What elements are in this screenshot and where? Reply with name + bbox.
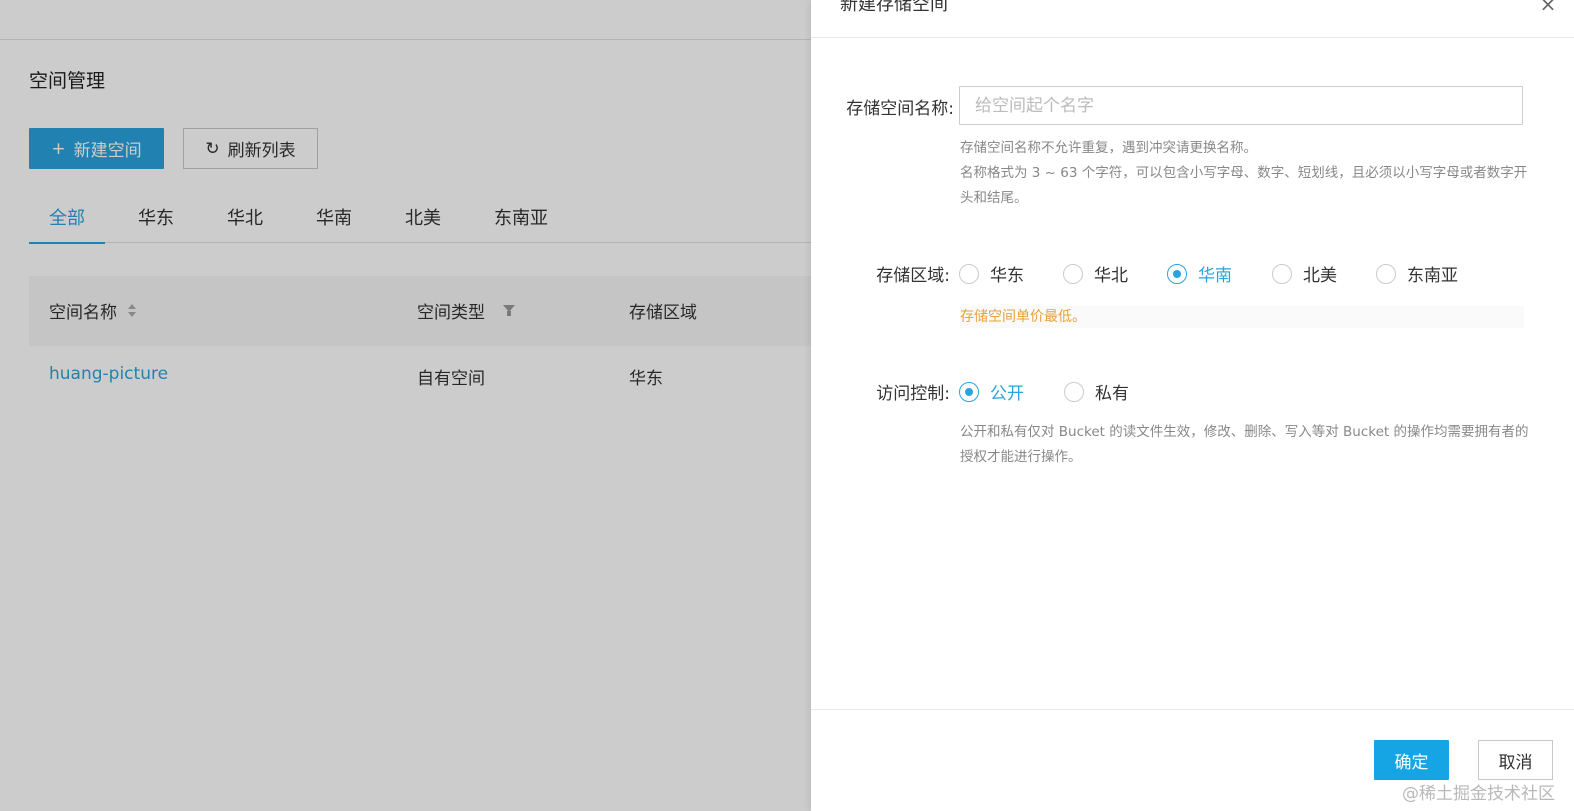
access-control-label: 访问控制: [876,384,950,404]
close-icon[interactable]: × [1538,0,1558,14]
radio-circle-checked[interactable] [1167,263,1187,284]
access-radio-group: 公开 私有 [959,379,1168,404]
bucket-name-hint-line-2: 名称格式为 3 ~ 63 个字符，可以包含小写字母、数字、短划线，且必须以小写字… [960,165,1528,206]
watermark: @稀土掘金技术社区 [1402,784,1555,804]
drawer-header: 新建存储空间 × [811,0,1574,38]
radio-region-east-china[interactable]: 华东 [959,261,1063,286]
radio-label: 私有 [1095,384,1129,404]
radio-label: 公开 [990,384,1024,404]
radio-label: 华南 [1198,266,1232,286]
access-control-hint: 公开和私有仅对 Bucket 的读文件生效，修改、删除、写入等对 Bucket … [960,424,1529,465]
bucket-name-hint: 存储空间名称不允许重复，遇到冲突请更换名称。 名称格式为 3 ~ 63 个字符，… [960,136,1530,211]
region-label: 存储区域: [876,266,950,286]
radio-region-south-china[interactable]: 华南 [1167,261,1272,286]
radio-circle[interactable] [959,263,979,284]
radio-access-public[interactable]: 公开 [959,379,1064,404]
bucket-name-label: 存储空间名称: [846,99,954,119]
radio-label: 华北 [1094,266,1128,286]
bucket-name-input[interactable] [959,86,1523,125]
region-price-note: 存储空间单价最低。 [960,306,1524,328]
bucket-name-hint-line-1: 存储空间名称不允许重复，遇到冲突请更换名称。 [960,140,1257,156]
radio-label: 华东 [990,266,1024,286]
radio-circle[interactable] [1272,263,1292,284]
modal-overlay[interactable] [0,0,811,811]
radio-region-north-china[interactable]: 华北 [1063,261,1167,286]
radio-label: 北美 [1303,266,1337,286]
radio-circle[interactable] [1376,263,1396,284]
radio-access-private[interactable]: 私有 [1064,379,1168,404]
create-bucket-drawer: 新建存储空间 × 存储空间名称: 存储空间名称不允许重复，遇到冲突请更换名称。 … [811,0,1574,811]
radio-circle[interactable] [1064,381,1084,402]
confirm-button[interactable]: 确定 [1374,740,1449,780]
radio-region-southeast-asia[interactable]: 东南亚 [1376,261,1486,286]
region-radio-group: 华东 华北 华南 北美 东南亚 [959,261,1486,286]
drawer-title: 新建存储空间 [840,0,948,15]
cancel-button[interactable]: 取消 [1478,740,1553,780]
radio-label: 东南亚 [1407,266,1458,286]
radio-circle[interactable] [1063,263,1083,284]
radio-circle-checked[interactable] [959,381,979,402]
radio-region-north-america[interactable]: 北美 [1272,261,1376,286]
